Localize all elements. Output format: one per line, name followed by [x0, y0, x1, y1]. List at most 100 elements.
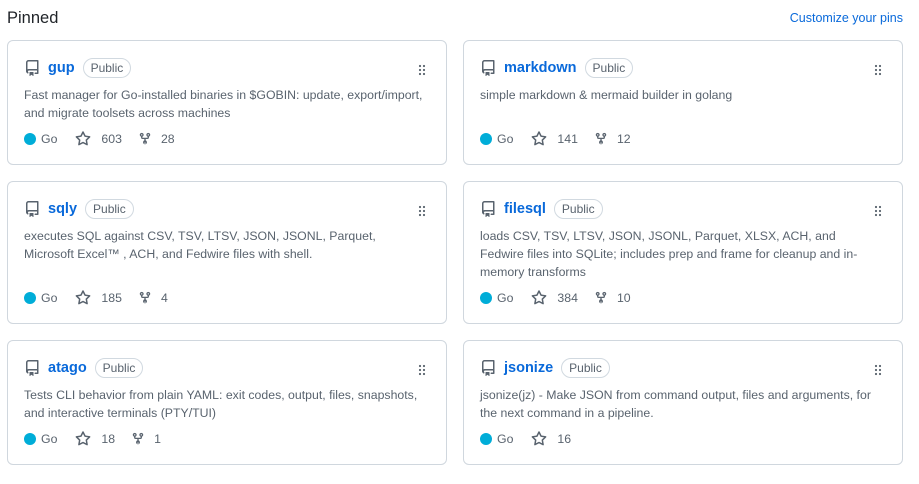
language-color-dot — [480, 133, 492, 145]
language-label: Go — [41, 432, 58, 446]
language-color-dot — [480, 292, 492, 304]
card-header: atago Public — [24, 357, 144, 379]
repo-description: jsonize(jz) - Make JSON from command out… — [480, 388, 871, 420]
forks-count: 4 — [160, 291, 168, 305]
repo-icon — [24, 201, 40, 217]
drag-handle-icon[interactable] — [418, 63, 426, 76]
card-header: jsonize Public — [480, 357, 610, 379]
repo-meta: Go 16 — [480, 430, 587, 448]
language-color-dot — [24, 433, 36, 445]
language-label: Go — [41, 291, 58, 305]
repo-icon — [480, 360, 496, 376]
fork-icon — [138, 131, 157, 147]
repo-icon — [480, 201, 496, 217]
repo-meta: Go 18 1 — [24, 430, 177, 448]
drag-handle-icon[interactable] — [874, 363, 882, 376]
repo-meta: Go 185 4 — [24, 289, 184, 307]
star-icon — [75, 131, 96, 147]
repo-name-link[interactable]: filesql — [504, 201, 546, 217]
forks-count: 10 — [616, 291, 631, 305]
repo-description: Fast manager for Go-installed binaries i… — [24, 88, 423, 120]
language: Go — [24, 432, 57, 446]
repo-meta: Go 141 12 — [480, 130, 647, 148]
visibility-badge: Public — [94, 358, 144, 378]
forks-link[interactable]: 1 — [131, 431, 161, 447]
pinned-repo-card: atago Public Tests CLI behavior from pla… — [7, 340, 447, 465]
language-label: Go — [41, 132, 58, 146]
card-header: filesql Public — [480, 198, 603, 220]
repo-description: executes SQL against CSV, TSV, LTSV, JSO… — [24, 229, 376, 261]
language: Go — [480, 432, 513, 446]
repo-description: loads CSV, TSV, LTSV, JSON, JSONL, Parqu… — [480, 229, 858, 279]
forks-link[interactable]: 4 — [138, 290, 168, 306]
card-header: sqly Public — [24, 198, 134, 220]
drag-handle-icon[interactable] — [418, 363, 426, 376]
language-label: Go — [497, 291, 514, 305]
fork-icon — [594, 290, 613, 306]
stars-count: 16 — [557, 432, 572, 446]
pinned-header: Pinned Customize your pins — [7, 8, 903, 34]
forks-count: 12 — [616, 132, 631, 146]
fork-icon — [138, 290, 157, 306]
repo-name-link[interactable]: jsonize — [504, 360, 553, 376]
repo-description: Tests CLI behavior from plain YAML: exit… — [24, 388, 418, 420]
drag-handle-icon[interactable] — [874, 63, 882, 76]
repo-name-link[interactable]: gup — [48, 60, 75, 76]
forks-link[interactable]: 28 — [138, 131, 175, 147]
stars-link[interactable]: 603 — [75, 131, 122, 147]
stars-count: 603 — [101, 132, 122, 146]
card-header: gup Public — [24, 57, 132, 79]
drag-handle-icon[interactable] — [418, 204, 426, 217]
stars-count: 141 — [557, 132, 578, 146]
star-icon — [531, 431, 552, 447]
star-icon — [531, 131, 552, 147]
language-label: Go — [497, 432, 514, 446]
star-icon — [75, 431, 96, 447]
language: Go — [480, 291, 513, 305]
repo-name-link[interactable]: sqly — [48, 201, 77, 217]
pinned-repo-card: filesql Public loads CSV, TSV, LTSV, JSO… — [463, 181, 903, 324]
pinned-repo-card: markdown Public simple markdown & mermai… — [463, 40, 903, 165]
repo-icon — [480, 60, 496, 76]
language-color-dot — [24, 292, 36, 304]
forks-link[interactable]: 12 — [594, 131, 631, 147]
pinned-repo-card: jsonize Public jsonize(jz) - Make JSON f… — [463, 340, 903, 465]
repo-icon — [24, 60, 40, 76]
visibility-badge: Public — [561, 358, 610, 378]
language-color-dot — [24, 133, 36, 145]
stars-link[interactable]: 18 — [75, 431, 115, 447]
stars-link[interactable]: 185 — [75, 290, 122, 306]
section-title: Pinned — [7, 9, 59, 27]
repo-name-link[interactable]: markdown — [504, 60, 577, 76]
visibility-badge: Public — [85, 199, 134, 219]
card-header: markdown Public — [480, 57, 634, 79]
forks-count: 28 — [160, 132, 175, 146]
language-label: Go — [497, 132, 514, 146]
drag-handle-icon[interactable] — [874, 204, 882, 217]
stars-link[interactable]: 141 — [531, 131, 578, 147]
visibility-badge: Public — [553, 199, 603, 219]
repo-description: simple markdown & mermaid builder in gol… — [480, 88, 733, 102]
language: Go — [24, 132, 57, 146]
star-icon — [75, 290, 96, 306]
pinned-repo-card: gup Public Fast manager for Go-installed… — [7, 40, 447, 165]
language-color-dot — [480, 433, 492, 445]
language: Go — [24, 291, 57, 305]
forks-count: 1 — [154, 432, 161, 446]
stars-link[interactable]: 16 — [531, 431, 571, 447]
repo-name-link[interactable]: atago — [48, 360, 87, 376]
pinned-repo-card: sqly Public executes SQL against CSV, TS… — [7, 181, 447, 324]
repo-meta: Go 603 28 — [24, 130, 191, 148]
star-icon — [531, 290, 552, 306]
forks-link[interactable]: 10 — [594, 290, 631, 306]
visibility-badge: Public — [82, 58, 132, 78]
repo-icon — [24, 360, 40, 376]
stars-link[interactable]: 384 — [531, 290, 578, 306]
customize-pins-link[interactable]: Customize your pins — [790, 11, 903, 25]
stars-count: 185 — [101, 291, 122, 305]
language: Go — [480, 132, 513, 146]
visibility-badge: Public — [584, 58, 634, 78]
repo-meta: Go 384 10 — [480, 289, 647, 307]
stars-count: 18 — [101, 432, 116, 446]
fork-icon — [594, 131, 613, 147]
